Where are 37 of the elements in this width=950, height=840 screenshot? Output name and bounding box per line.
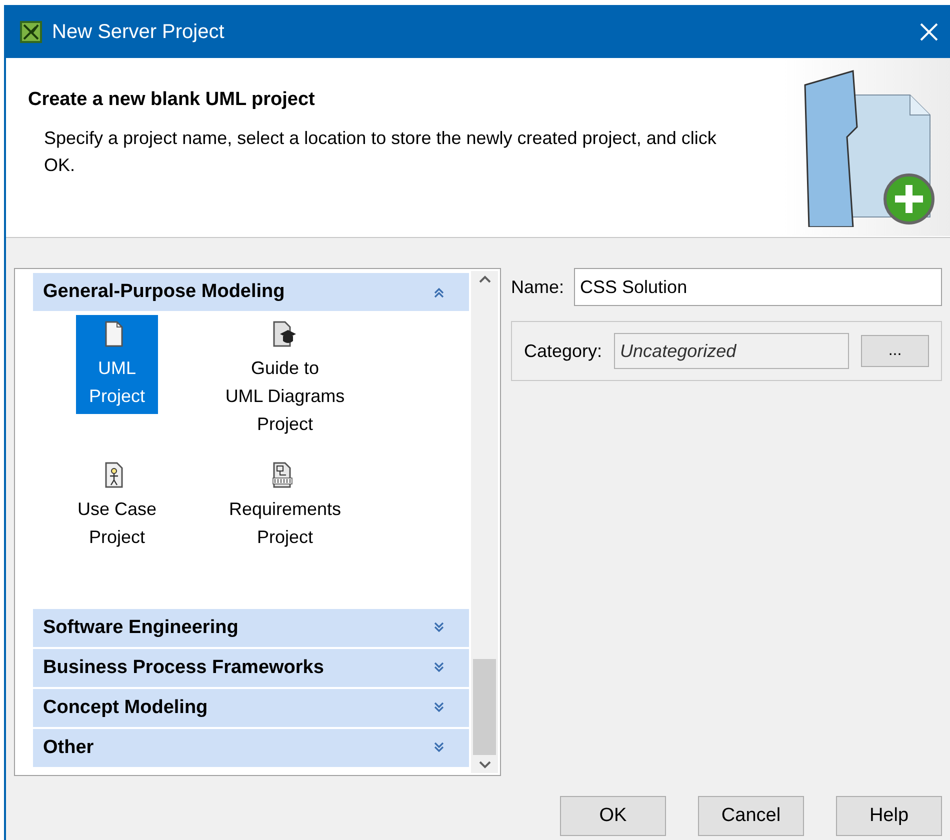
app-logo-icon bbox=[20, 20, 42, 42]
close-icon bbox=[919, 22, 939, 42]
project-template-item[interactable]: Use Case Project bbox=[73, 456, 161, 555]
collapse-icon[interactable] bbox=[433, 286, 445, 298]
dialog-button[interactable]: Help bbox=[836, 796, 942, 836]
category-title: General-Purpose Modeling bbox=[43, 280, 285, 304]
header-title: Create a new blank UML project bbox=[28, 88, 316, 112]
name-input[interactable]: CSS Solution bbox=[574, 268, 942, 306]
header-description: Specify a project name, select a location to store the newly created project, and click OK. bbox=[43, 126, 718, 176]
category-header[interactable]: Business Process Frameworks bbox=[33, 649, 469, 687]
category-title: Business Process Frameworks bbox=[43, 656, 324, 680]
window-title: New Server Project bbox=[52, 20, 226, 44]
scroll-up-icon[interactable] bbox=[478, 275, 490, 283]
category-title: Software Engineering bbox=[43, 616, 238, 640]
category-field[interactable]: Uncategorized bbox=[614, 333, 849, 369]
project-template-item[interactable]: UML Project bbox=[76, 315, 158, 414]
browse-button[interactable]: ... bbox=[861, 335, 929, 367]
dialog-button[interactable]: OK bbox=[560, 796, 666, 836]
expand-icon[interactable] bbox=[433, 662, 445, 674]
scroll-down-icon[interactable] bbox=[478, 761, 490, 769]
expand-icon[interactable] bbox=[433, 702, 445, 714]
category-label: Category: bbox=[524, 340, 602, 363]
expand-icon[interactable] bbox=[433, 622, 445, 634]
category-title: Concept Modeling bbox=[43, 696, 208, 720]
category-title: Other bbox=[43, 736, 94, 760]
category-header[interactable]: General-Purpose Modeling bbox=[33, 273, 469, 311]
name-label: Name: bbox=[511, 276, 564, 298]
scrollbar[interactable] bbox=[471, 271, 498, 773]
category-header[interactable]: Other bbox=[33, 729, 469, 767]
category-header[interactable]: Concept Modeling bbox=[33, 689, 469, 727]
project-template-item[interactable]: Guide to UML Diagrams Project bbox=[221, 315, 349, 442]
dialog-button[interactable]: Cancel bbox=[698, 796, 804, 836]
category-header[interactable]: Software Engineering bbox=[33, 609, 469, 647]
project-template-item[interactable]: Requirements Project bbox=[224, 456, 346, 555]
document-cap-icon bbox=[272, 321, 298, 348]
scroll-thumb[interactable] bbox=[473, 659, 496, 755]
expand-icon[interactable] bbox=[433, 742, 445, 754]
